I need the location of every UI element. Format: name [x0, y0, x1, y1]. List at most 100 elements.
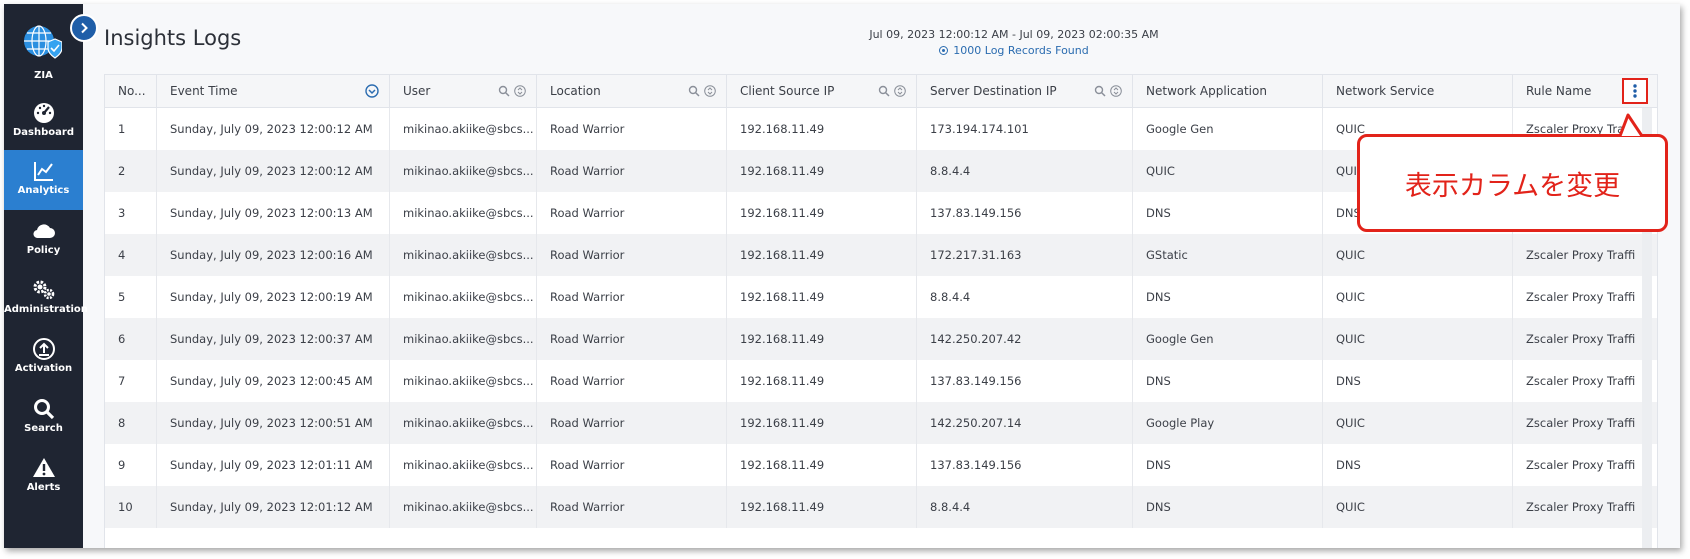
cell-network-application: GStatic	[1133, 234, 1323, 276]
column-header-location[interactable]: Location	[537, 75, 727, 107]
sort-descending-icon[interactable]	[365, 84, 379, 98]
cell-no: 6	[105, 318, 157, 360]
column-header-no[interactable]: No...	[105, 75, 157, 107]
sort-icon[interactable]	[704, 85, 716, 97]
cell-server-destination-ip: 172.217.31.163	[917, 234, 1133, 276]
kebab-menu-icon	[1633, 84, 1637, 98]
sidebar-item-alerts[interactable]: Alerts	[4, 447, 83, 507]
sidebar-item-dashboard[interactable]: Dashboard	[4, 92, 83, 152]
cell-network-application: Google Gen	[1133, 318, 1323, 360]
table-row[interactable]: 7 Sunday, July 09, 2023 12:00:45 AM mikina…	[105, 360, 1657, 402]
column-header-server-destination-ip[interactable]: Server Destination IP	[917, 75, 1133, 107]
column-header-user[interactable]: User	[390, 75, 537, 107]
table-row[interactable]: 8 Sunday, July 09, 2023 12:00:51 AM mikina…	[105, 402, 1657, 444]
cell-user: mikinao.akiike@sbcs...	[390, 360, 537, 402]
cell-location: Road Warrior	[537, 234, 727, 276]
cell-network-application: DNS	[1133, 486, 1323, 528]
cell-network-service: QUIC	[1323, 234, 1513, 276]
cell-client-source-ip: 192.168.11.49	[727, 276, 917, 318]
cell-rule-name: Zscaler Proxy Traffi	[1526, 458, 1636, 472]
cell-network-service: QUIC	[1323, 486, 1513, 528]
cell-event-time: Sunday, July 09, 2023 12:01:12 AM	[157, 486, 390, 528]
cell-event-time: Sunday, July 09, 2023 12:00:45 AM	[157, 360, 390, 402]
records-found-link[interactable]: 1000 Log Records Found	[704, 44, 1324, 57]
gears-icon	[33, 280, 54, 300]
sidebar-item-label: Activation	[14, 363, 73, 374]
sidebar-item-administration[interactable]: Administration	[4, 269, 88, 329]
cell-location: Road Warrior	[537, 318, 727, 360]
sort-icon[interactable]	[514, 85, 526, 97]
cell-client-source-ip: 192.168.11.49	[727, 192, 917, 234]
column-options-button[interactable]	[1622, 78, 1648, 104]
cell-user: mikinao.akiike@sbcs...	[390, 318, 537, 360]
sidebar-item-search[interactable]: Search	[4, 388, 83, 448]
search-icon[interactable]	[688, 85, 700, 97]
search-icon[interactable]	[878, 85, 890, 97]
table-row[interactable]: 6 Sunday, July 09, 2023 12:00:37 AM mikina…	[105, 318, 1657, 360]
column-header-network-application[interactable]: Network Application	[1133, 75, 1323, 107]
cell-user: mikinao.akiike@sbcs...	[390, 276, 537, 318]
cell-network-service: QUIC	[1323, 276, 1513, 318]
sidebar-item-label: Analytics	[17, 185, 70, 196]
cell-server-destination-ip: 8.8.4.4	[917, 276, 1133, 318]
table-row[interactable]: 4 Sunday, July 09, 2023 12:00:16 AM mikina…	[105, 234, 1657, 276]
column-header-network-service[interactable]: Network Service	[1323, 75, 1513, 107]
column-header-client-source-ip[interactable]: Client Source IP	[727, 75, 917, 107]
cell-network-application: Google Gen	[1133, 108, 1323, 150]
cell-location: Road Warrior	[537, 486, 727, 528]
cell-no: 7	[105, 360, 157, 402]
cell-location: Road Warrior	[537, 360, 727, 402]
table-row[interactable]: 10 Sunday, July 09, 2023 12:01:12 AM mikin…	[105, 486, 1657, 528]
cell-network-application: DNS	[1133, 276, 1323, 318]
alert-triangle-icon	[32, 458, 55, 477]
sort-icon[interactable]	[894, 85, 906, 97]
search-icon[interactable]	[1094, 85, 1106, 97]
sidebar-item-label: Policy	[26, 245, 61, 256]
cell-network-application: DNS	[1133, 360, 1323, 402]
app-window: ZIA Dashboard Analytics Policy Administr…	[4, 4, 1680, 548]
zia-globe-logo-icon[interactable]	[22, 22, 62, 62]
sidebar-item-label: Alerts	[26, 482, 61, 493]
annotation-callout: 表示カラムを変更	[1357, 134, 1668, 232]
table-row[interactable]: 5 Sunday, July 09, 2023 12:00:19 AM mikina…	[105, 276, 1657, 318]
cell-network-application: QUIC	[1133, 150, 1323, 192]
cell-no: 1	[105, 108, 157, 150]
callout-pointer	[1618, 113, 1644, 137]
cell-user: mikinao.akiike@sbcs...	[390, 150, 537, 192]
cell-no: 3	[105, 192, 157, 234]
cell-location: Road Warrior	[537, 444, 727, 486]
cell-user: mikinao.akiike@sbcs...	[390, 234, 537, 276]
cell-server-destination-ip: 142.250.207.42	[917, 318, 1133, 360]
cell-user: mikinao.akiike@sbcs...	[390, 402, 537, 444]
analytics-chart-icon	[33, 162, 53, 181]
cell-no: 5	[105, 276, 157, 318]
cell-event-time: Sunday, July 09, 2023 12:00:16 AM	[157, 234, 390, 276]
cell-rule-name: Zscaler Proxy Traffi	[1526, 290, 1636, 304]
sidebar-item-activation[interactable]: Activation	[4, 328, 83, 388]
dashboard-icon	[33, 103, 54, 123]
cell-location: Road Warrior	[537, 402, 727, 444]
cell-server-destination-ip: 8.8.4.4	[917, 150, 1133, 192]
cell-network-service: DNS	[1323, 360, 1513, 402]
cell-event-time: Sunday, July 09, 2023 12:00:12 AM	[157, 108, 390, 150]
cell-user: mikinao.akiike@sbcs...	[390, 444, 537, 486]
column-label: No...	[118, 84, 146, 98]
search-icon[interactable]	[498, 85, 510, 97]
cell-client-source-ip: 192.168.11.49	[727, 486, 917, 528]
sidebar-item-policy[interactable]: Policy	[4, 210, 83, 270]
cell-server-destination-ip: 173.194.174.101	[917, 108, 1133, 150]
upload-circle-icon	[32, 338, 55, 360]
column-label: Client Source IP	[740, 84, 835, 98]
cell-client-source-ip: 192.168.11.49	[727, 444, 917, 486]
search-icon	[33, 399, 54, 420]
sort-icon[interactable]	[1110, 85, 1122, 97]
table-row[interactable]: 9 Sunday, July 09, 2023 12:01:11 AM mikina…	[105, 444, 1657, 486]
column-header-event-time[interactable]: Event Time	[157, 75, 390, 107]
column-label: Event Time	[170, 84, 238, 98]
records-found-text: 1000 Log Records Found	[953, 44, 1089, 57]
expand-sidebar-button[interactable]	[70, 14, 98, 42]
sidebar-item-analytics[interactable]: Analytics	[4, 150, 83, 210]
cell-user: mikinao.akiike@sbcs...	[390, 486, 537, 528]
cell-network-application: Google Play	[1133, 402, 1323, 444]
column-label: User	[403, 84, 431, 98]
